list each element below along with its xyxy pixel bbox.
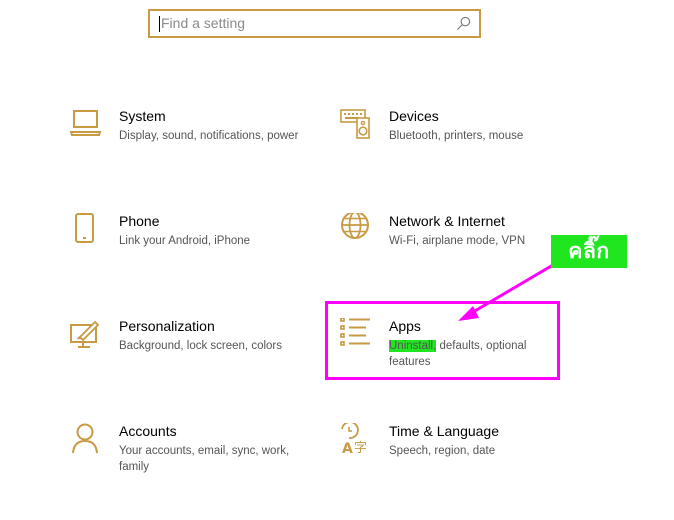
svg-text:字: 字	[354, 441, 367, 455]
search-box[interactable]: Find a setting	[148, 9, 481, 38]
category-devices[interactable]: Devices Bluetooth, printers, mouse	[340, 108, 570, 160]
category-desc: Link your Android, iPhone	[119, 235, 251, 247]
category-desc: Background, lock screen, colors	[119, 340, 282, 352]
category-desc: Speech, region, date	[389, 445, 496, 457]
category-title: System	[119, 108, 166, 124]
category-accounts[interactable]: Accounts Your accounts, email, sync, wor…	[70, 423, 300, 475]
category-desc: Your accounts, email, sync, work, family	[119, 445, 290, 473]
category-phone[interactable]: Phone Link your Android, iPhone	[70, 213, 300, 257]
laptop-icon	[70, 110, 102, 136]
category-system[interactable]: System Display, sound, notifications, po…	[70, 108, 300, 160]
category-time-language[interactable]: A 字 Time & Language Speech, region, date	[340, 423, 570, 467]
paint-screen-icon	[70, 320, 100, 348]
time-language-icon: A 字	[341, 423, 367, 455]
category-title: Accounts	[119, 423, 177, 439]
text-caret	[159, 16, 160, 32]
category-network-internet[interactable]: Network & Internet Wi-Fi, airplane mode,…	[340, 213, 570, 257]
category-desc: Display, sound, notifications, power	[119, 130, 299, 142]
category-desc: Bluetooth, printers, mouse	[389, 130, 524, 142]
category-personalization[interactable]: Personalization Background, lock screen,…	[70, 318, 300, 362]
category-title: Network & Internet	[389, 213, 505, 229]
phone-icon	[75, 213, 94, 243]
search-input-placeholder[interactable]: Find a setting	[161, 15, 245, 31]
click-annotation-label: คลิ๊ก	[551, 235, 627, 268]
category-title: Time & Language	[389, 423, 499, 439]
category-desc: Wi-Fi, airplane mode, VPN	[389, 235, 526, 247]
search-icon[interactable]	[456, 16, 471, 31]
category-title: Phone	[119, 213, 160, 229]
svg-text:A: A	[342, 441, 353, 455]
category-title: Devices	[389, 108, 439, 124]
keyboard-speaker-icon	[340, 109, 370, 139]
person-icon	[72, 423, 98, 454]
globe-icon	[341, 213, 369, 239]
category-title: Personalization	[119, 318, 215, 334]
